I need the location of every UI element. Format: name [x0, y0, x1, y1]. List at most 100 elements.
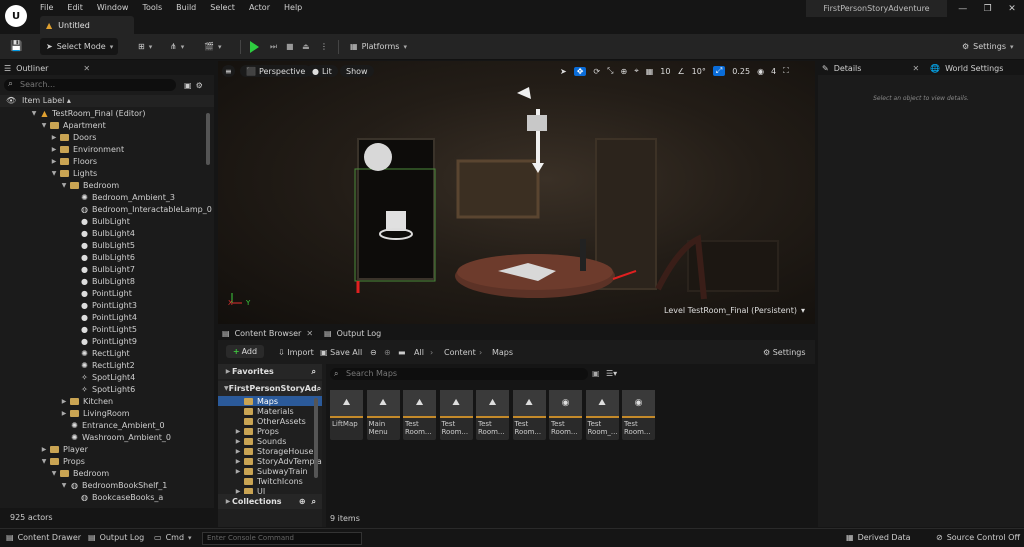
close-tab-icon[interactable]: ✕	[306, 329, 313, 338]
outliner-row[interactable]: ✺ Bedroom_Ambient_3	[0, 191, 214, 203]
expand-arrow-icon[interactable]: ▶	[234, 468, 242, 475]
source-control-button[interactable]: ⊘ Source Control Off	[936, 533, 1020, 542]
outliner-row[interactable]: ● PointLight4	[0, 311, 214, 323]
current-level-dropdown[interactable]: Level TestRoom_Final (Persistent) ▾	[664, 306, 805, 315]
grid-size-value[interactable]: 10	[660, 67, 670, 76]
folder-row[interactable]: Materials	[218, 406, 322, 416]
outliner-row[interactable]: ✺ RectLight2	[0, 359, 214, 371]
content-drawer-button[interactable]: ▤ Content Drawer	[6, 533, 81, 542]
outliner-row[interactable]: ▼ ◍ BedroomBookShelf_1	[0, 479, 214, 491]
expand-arrow-icon[interactable]: ▶	[60, 398, 68, 405]
expand-arrow-icon[interactable]: ▶	[50, 134, 58, 141]
grid-snap-icon[interactable]: ▦	[646, 67, 654, 76]
expand-arrow-icon[interactable]: ▶	[234, 448, 242, 455]
cinematics-button[interactable]: 🎬 ▾	[204, 38, 221, 55]
menu-window[interactable]: Window	[97, 3, 129, 12]
lit-button[interactable]: ● Lit	[306, 65, 338, 77]
outliner-row[interactable]: ✧ SpotLight6	[0, 383, 214, 395]
expand-arrow-icon[interactable]: ▶	[234, 458, 242, 465]
outliner-column-header[interactable]: 👁 Item Label ▴	[0, 95, 214, 107]
select-tool-icon[interactable]: ➤	[560, 67, 567, 76]
console-input[interactable]: Enter Console Command	[202, 532, 362, 545]
world-icon[interactable]: ⊕	[621, 67, 628, 76]
folder-row[interactable]: Maps	[218, 396, 322, 406]
folder-row[interactable]: ▶ StoryAdvTempla	[218, 456, 322, 466]
expand-arrow-icon[interactable]: ▶	[234, 438, 242, 445]
outliner-row[interactable]: ✧ SpotLight4	[0, 371, 214, 383]
surface-snap-icon[interactable]: ⌖	[634, 66, 639, 76]
close-tab-icon[interactable]: ✕	[83, 64, 90, 73]
asset-tile[interactable]: ⛰ LiftMap	[330, 390, 363, 440]
outliner-search-input[interactable]: Search...	[4, 78, 176, 91]
outliner-row[interactable]: ✺ RectLight	[0, 347, 214, 359]
details-tab[interactable]: Details	[834, 64, 862, 73]
add-actor-button[interactable]: ⊞ ▾	[138, 38, 152, 55]
angle-snap-icon[interactable]: ∠	[677, 67, 684, 76]
expand-arrow-icon[interactable]: ▶	[40, 446, 48, 453]
search-icon[interactable]: ⌕	[317, 384, 321, 394]
outliner-row[interactable]: ✺ Entrance_Ambient_0	[0, 419, 214, 431]
outliner-row[interactable]: ● PointLight9	[0, 335, 214, 347]
outliner-row[interactable]: ▶ Floors	[0, 155, 214, 167]
close-tab-icon[interactable]: ✕	[912, 64, 919, 73]
outliner-row[interactable]: ▶ Environment	[0, 143, 214, 155]
menu-select[interactable]: Select	[210, 3, 235, 12]
outliner-row[interactable]: ▼ Lights	[0, 167, 214, 179]
asset-tile[interactable]: ⛰ Test Room...	[439, 390, 473, 440]
step-button[interactable]: ⏭	[270, 38, 277, 55]
search-icon[interactable]: ⌕	[312, 367, 316, 377]
folder-row[interactable]: OtherAssets	[218, 416, 322, 426]
asset-tile[interactable]: ◉ Test Room...	[549, 390, 582, 440]
outliner-tab[interactable]: ☰ Outliner ✕	[0, 61, 214, 75]
document-tab[interactable]: ▲ Untitled	[40, 16, 134, 34]
scale-snap-value[interactable]: 0.25	[732, 67, 750, 76]
expand-arrow-icon[interactable]: ▼	[40, 122, 48, 129]
camera-speed-value[interactable]: 4	[771, 67, 776, 76]
expand-arrow-icon[interactable]: ▶	[50, 146, 58, 153]
scale-snap-icon[interactable]: ⤢	[712, 66, 726, 76]
derived-data-button[interactable]: ▦ Derived Data	[846, 533, 911, 542]
expand-arrow-icon[interactable]: ▼	[60, 482, 68, 489]
outliner-row[interactable]: ▼ Apartment	[0, 119, 214, 131]
history-forward-button[interactable]: ⊕	[384, 348, 391, 357]
import-button[interactable]: ⇩ Import	[278, 348, 314, 357]
asset-tile[interactable]: ⛰ Main Menu	[366, 390, 400, 440]
add-folder-icon[interactable]: ▣	[184, 81, 192, 90]
folder-row[interactable]: ▶ SubwayTrain	[218, 466, 322, 476]
filter-icon[interactable]: ☰▾	[606, 369, 617, 378]
save-search-icon[interactable]: ▣	[592, 369, 600, 378]
asset-tile[interactable]: ⛰ Test Room_...	[585, 390, 619, 440]
add-button[interactable]: + Add	[226, 345, 264, 358]
asset-tile[interactable]: ◉ Test Room...	[622, 390, 655, 440]
expand-arrow-icon[interactable]: ▶	[50, 158, 58, 165]
search-icon[interactable]: ⌕	[312, 497, 316, 507]
expand-arrow-icon[interactable]: ▼	[30, 110, 38, 117]
outliner-row[interactable]: ▼ Bedroom	[0, 467, 214, 479]
favorites-header[interactable]: ▶ Favorites ⌕	[218, 364, 322, 379]
minimize-icon[interactable]: —	[958, 4, 967, 14]
folder-row[interactable]: TwitchIcons	[218, 476, 322, 486]
add-collection-icon[interactable]: ⊕	[299, 497, 306, 506]
outliner-row[interactable]: ◍ Bedroom_InteractableLamp_0	[0, 203, 214, 215]
breadcrumb-all[interactable]: All	[414, 348, 424, 357]
outliner-row[interactable]: ● BulbLight	[0, 215, 214, 227]
outliner-row[interactable]: ▼ Bedroom	[0, 179, 214, 191]
outliner-row[interactable]: ▶ Kitchen	[0, 395, 214, 407]
close-icon[interactable]: ✕	[1008, 4, 1016, 14]
expand-arrow-icon[interactable]: ▼	[50, 170, 58, 177]
outliner-row[interactable]: ● BulbLight6	[0, 251, 214, 263]
content-browser-tab[interactable]: Content Browser	[235, 329, 302, 338]
platforms-dropdown[interactable]: ▦ Platforms ▾	[350, 38, 407, 55]
outliner-row[interactable]: ▶ LivingRoom	[0, 407, 214, 419]
outliner-row[interactable]: ▶ Doors	[0, 131, 214, 143]
output-log-button[interactable]: ▤ Output Log	[88, 533, 144, 542]
select-mode-dropdown[interactable]: ➤ Select Mode ▾	[40, 38, 118, 55]
menu-actor[interactable]: Actor	[249, 3, 270, 12]
asset-tile[interactable]: ⛰ Test Room...	[403, 390, 436, 440]
outliner-scrollbar[interactable]	[206, 113, 210, 165]
menu-tools[interactable]: Tools	[142, 3, 162, 12]
outliner-row[interactable]: ● PointLight	[0, 287, 214, 299]
settings-dropdown[interactable]: ⚙ Settings ▾	[962, 38, 1014, 55]
breadcrumb-content[interactable]: Content	[444, 348, 476, 357]
asset-tile[interactable]: ⛰ Test Room...	[476, 390, 509, 440]
